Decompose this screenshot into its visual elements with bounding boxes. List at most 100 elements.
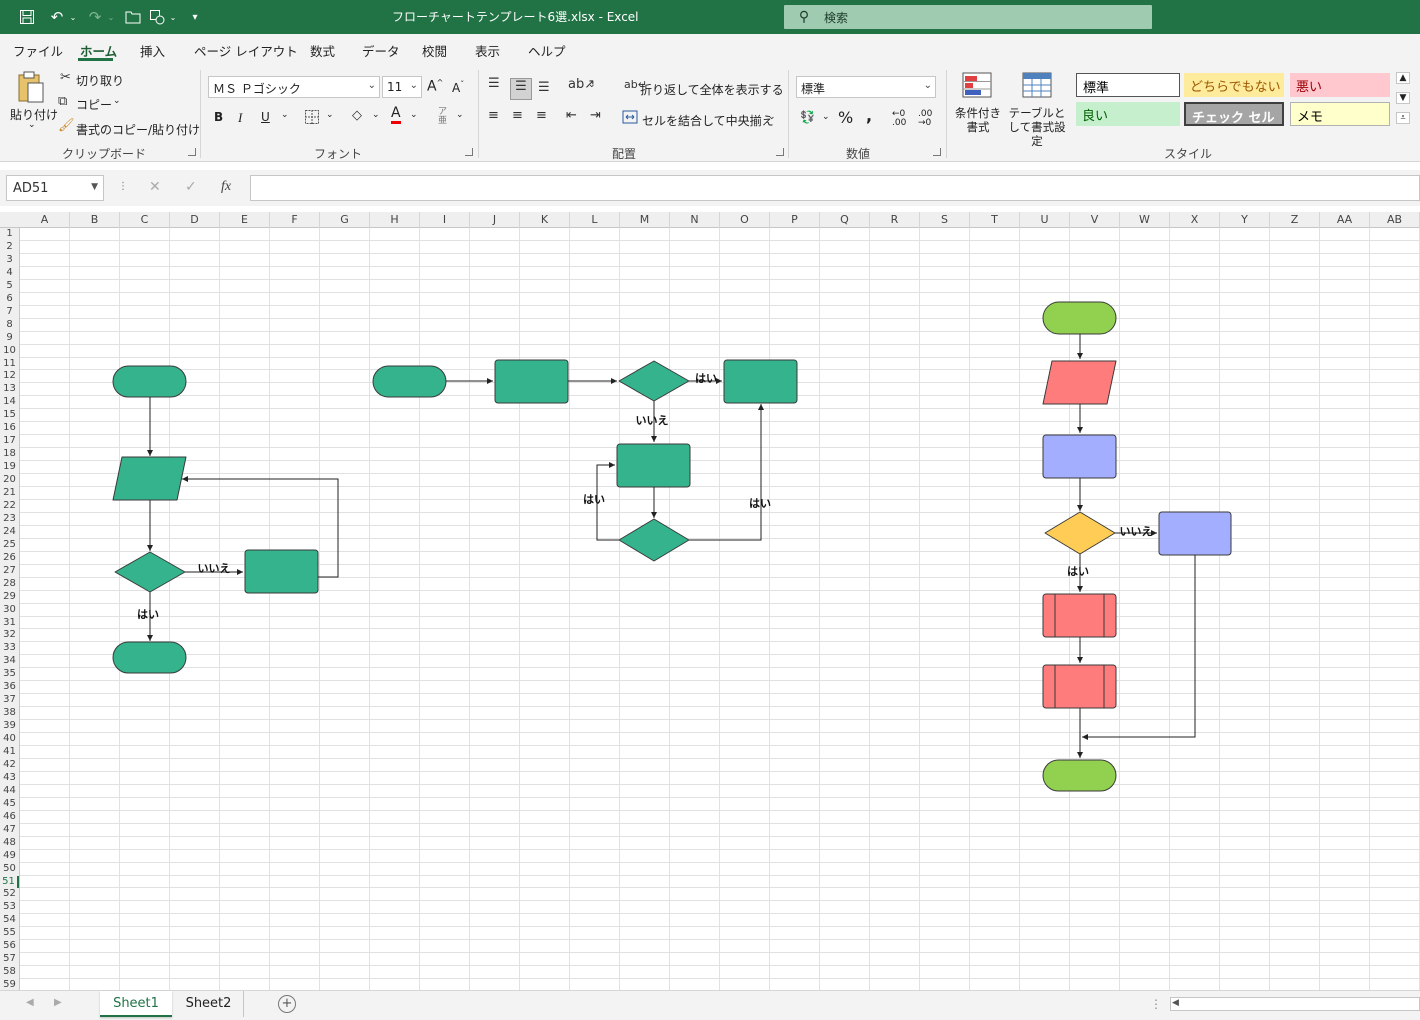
cancel-icon[interactable]: ✕ — [149, 179, 161, 195]
flowchart-connector[interactable] — [689, 404, 764, 541]
name-box[interactable]: AD51 ▼ — [6, 175, 104, 201]
undo-icon[interactable]: ↶ — [46, 7, 68, 27]
horizontal-scrollbar[interactable] — [1170, 997, 1420, 1011]
scissors-icon[interactable]: ✂ — [60, 70, 71, 85]
tab-formulas[interactable]: 数式 — [310, 41, 335, 60]
currency-dropdown-icon[interactable]: ⌄ — [822, 112, 830, 122]
copy-button[interactable]: コピー — [76, 96, 112, 113]
increase-indent-icon[interactable]: ⇥ — [590, 108, 601, 123]
cell-style-bad[interactable]: 悪い — [1290, 73, 1390, 97]
paste-dropdown-icon[interactable]: ⌄ — [28, 120, 36, 130]
flowchart-process[interactable] — [1042, 593, 1117, 638]
redo-icon[interactable]: ↷ — [84, 7, 106, 27]
save-icon[interactable] — [16, 7, 38, 27]
font-color-dropdown-icon[interactable]: ⌄ — [410, 110, 418, 120]
number-format-select[interactable]: 標準 ⌄ — [796, 76, 936, 98]
align-left-icon[interactable]: ≡ — [488, 108, 499, 123]
sheet-tab-sheet1[interactable]: Sheet1 — [100, 991, 172, 1017]
conditional-formatting-icon[interactable] — [962, 72, 992, 102]
borders-icon[interactable] — [304, 109, 320, 129]
grow-font-icon[interactable]: A^ — [427, 78, 443, 95]
merge-center-icon[interactable] — [622, 110, 638, 128]
flowchart-process[interactable] — [1042, 434, 1117, 479]
decrease-indent-icon[interactable]: ⇤ — [566, 108, 577, 123]
flowchart-decision[interactable] — [1044, 511, 1116, 555]
paste-icon[interactable] — [16, 70, 46, 106]
flowchart-terminator[interactable] — [1042, 301, 1117, 335]
styles-scroll-down-icon[interactable]: ▼ — [1396, 92, 1410, 104]
flowchart-process[interactable] — [1042, 664, 1117, 709]
cell-style-check-cell[interactable]: チェック セル — [1184, 102, 1284, 126]
orientation-dropdown-icon[interactable]: ⌄ — [588, 80, 596, 90]
align-right-icon[interactable]: ≡ — [536, 108, 547, 123]
conditional-formatting-button[interactable]: 条件付き書式 — [955, 106, 1001, 134]
scrollbar-left-arrow-icon[interactable]: ◀ — [1172, 998, 1179, 1008]
align-top-icon[interactable]: ☰ — [488, 76, 500, 91]
shrink-font-icon[interactable]: Aˇ — [452, 80, 464, 95]
cut-button[interactable]: 切り取り — [76, 72, 124, 89]
fill-color-icon[interactable]: ◇ — [352, 108, 362, 123]
add-sheet-icon[interactable]: + — [278, 995, 296, 1013]
tab-data[interactable]: データ — [362, 41, 400, 60]
copy-icon[interactable]: ⧉ — [58, 94, 67, 109]
font-name-select[interactable]: ＭＳ Ｐゴシック ⌄ — [208, 76, 380, 98]
tab-page-layout[interactable]: ページ レイアウト — [194, 41, 298, 60]
cell-style-good[interactable]: 良い — [1076, 102, 1180, 126]
align-middle-icon[interactable]: ☰ — [510, 78, 532, 100]
flowchart-process[interactable] — [494, 359, 569, 404]
percent-icon[interactable]: % — [838, 108, 853, 127]
customize-toolbar-icon[interactable]: ▾ — [184, 7, 206, 27]
redo-dropdown-icon[interactable]: ⌄ — [106, 7, 116, 27]
decrease-decimal-icon[interactable]: .00 →0 — [918, 110, 932, 128]
phonetic-guide-icon[interactable]: ア亜 — [438, 108, 447, 126]
search-box[interactable]: ⚲ 検索 — [784, 5, 1152, 29]
flowchart-connector[interactable] — [1082, 555, 1196, 740]
flowchart-terminator[interactable] — [1042, 759, 1117, 792]
underline-dropdown-icon[interactable]: ⌄ — [281, 110, 289, 120]
increase-decimal-icon[interactable]: ←0.00 — [892, 110, 906, 128]
phonetic-dropdown-icon[interactable]: ⌄ — [456, 110, 464, 120]
undo-dropdown-icon[interactable]: ⌄ — [68, 7, 78, 27]
copy-dropdown-icon[interactable]: ⌄ — [113, 96, 121, 106]
tab-file[interactable]: ファイル — [13, 41, 63, 60]
currency-icon[interactable]: 💱 — [800, 110, 815, 124]
bold-button[interactable]: B — [214, 110, 223, 124]
insert-function-icon[interactable]: fx — [221, 179, 231, 195]
shapes-dropdown-icon[interactable]: ⌄ — [168, 7, 178, 27]
tab-view[interactable]: 表示 — [475, 41, 500, 60]
underline-button[interactable]: U — [261, 110, 270, 124]
fill-color-dropdown-icon[interactable]: ⌄ — [372, 110, 380, 120]
format-as-table-button[interactable]: テーブルとして書式設定 — [1004, 106, 1070, 148]
wrap-text-button[interactable]: 折り返して全体を表示する — [640, 81, 784, 98]
shapes-icon[interactable] — [146, 7, 168, 27]
flowchart-decision[interactable] — [618, 518, 690, 562]
flowchart-process[interactable] — [244, 549, 319, 594]
alignment-launcher-icon[interactable] — [776, 148, 784, 156]
flowchart-process[interactable] — [616, 443, 691, 488]
enter-icon[interactable]: ✓ — [185, 179, 197, 195]
flowchart-terminator[interactable] — [112, 365, 187, 398]
flowchart-decision[interactable] — [618, 360, 690, 402]
tab-insert[interactable]: 挿入 — [140, 41, 165, 60]
cell-style-note[interactable]: メモ — [1290, 102, 1390, 126]
flowchart-data[interactable] — [1042, 360, 1117, 405]
cell-style-normal[interactable]: 標準 — [1076, 73, 1180, 97]
font-size-select[interactable]: 11 ⌄ — [382, 76, 422, 98]
flowchart-data[interactable] — [112, 456, 187, 501]
format-painter-icon[interactable]: 🖌 — [58, 118, 75, 133]
tab-review[interactable]: 校閲 — [422, 41, 447, 60]
borders-dropdown-icon[interactable]: ⌄ — [326, 110, 334, 120]
merge-center-button[interactable]: セルを結合して中央揃え — [642, 112, 774, 129]
sheet-tab-sheet2[interactable]: Sheet2 — [174, 991, 244, 1017]
styles-scroll-up-icon[interactable]: ▲ — [1396, 72, 1410, 84]
font-color-icon[interactable]: A — [391, 106, 401, 124]
worksheet[interactable]: A B C D E F G H I J K L M N O P Q R S T U V W X Y Z AA AB 123456789… — [0, 212, 1420, 990]
font-launcher-icon[interactable] — [465, 148, 473, 156]
styles-more-icon[interactable]: ⩡ — [1396, 112, 1410, 124]
flowchart-decision[interactable] — [114, 551, 186, 593]
align-center-icon[interactable]: ≡ — [512, 108, 523, 123]
scroll-right-icon[interactable]: ▶ — [54, 997, 62, 1008]
flowchart-process[interactable] — [723, 359, 798, 404]
italic-button[interactable]: I — [238, 110, 242, 126]
comma-style-icon[interactable]: , — [866, 106, 872, 125]
